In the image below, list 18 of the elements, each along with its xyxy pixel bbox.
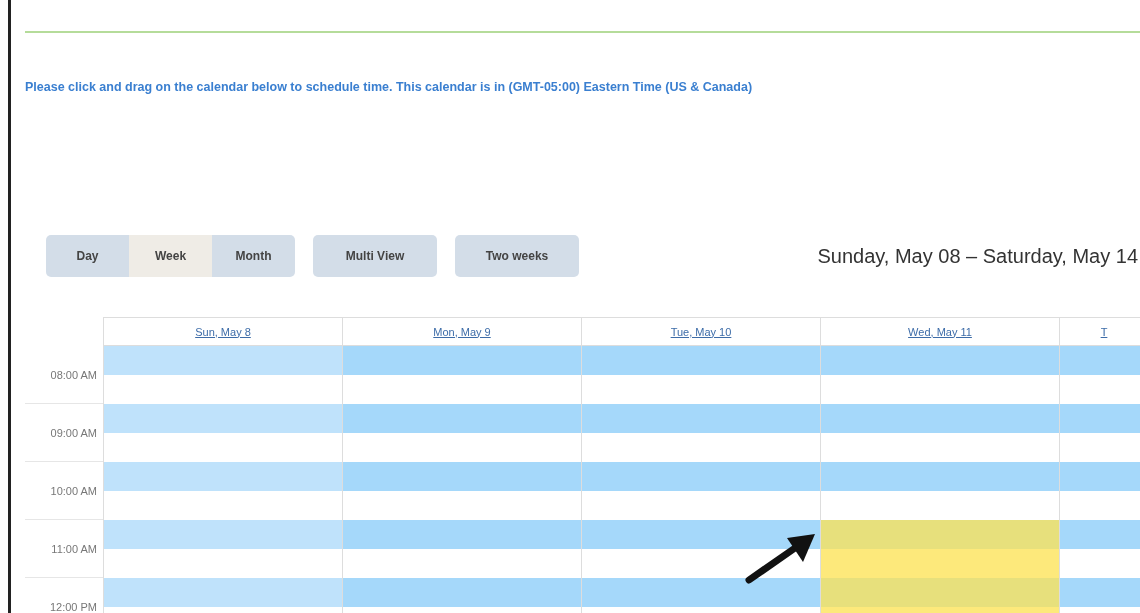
time-label: 08:00 AM — [25, 346, 103, 404]
time-label: 11:00 AM — [25, 520, 103, 578]
view-tab[interactable]: Week — [129, 235, 212, 277]
view-button[interactable]: Two weeks — [455, 235, 579, 277]
time-label: 12:00 PM — [25, 578, 103, 613]
day-header-link[interactable]: T — [1100, 325, 1108, 338]
day-header-link[interactable]: Wed, May 11 — [908, 325, 972, 338]
time-label: 09:00 AM — [25, 404, 103, 462]
time-slot[interactable] — [581, 520, 820, 578]
day-header-link[interactable]: Mon, May 9 — [433, 325, 491, 338]
day-header-link[interactable]: Sun, May 8 — [195, 325, 251, 338]
day-header-link[interactable]: Tue, May 10 — [670, 325, 732, 338]
date-range-title: Sunday, May 08 – Saturday, May 14 — [817, 244, 1138, 268]
time-label: 10:00 AM — [25, 462, 103, 520]
instruction-text: Please click and drag on the calendar below to schedule time. This calendar is in (GMT-05:00) Eastern Time (US & Canada) — [25, 80, 754, 94]
view-tab[interactable]: Month — [212, 235, 295, 277]
view-button[interactable]: Multi View — [313, 235, 437, 277]
view-tab[interactable]: Day — [46, 235, 129, 277]
